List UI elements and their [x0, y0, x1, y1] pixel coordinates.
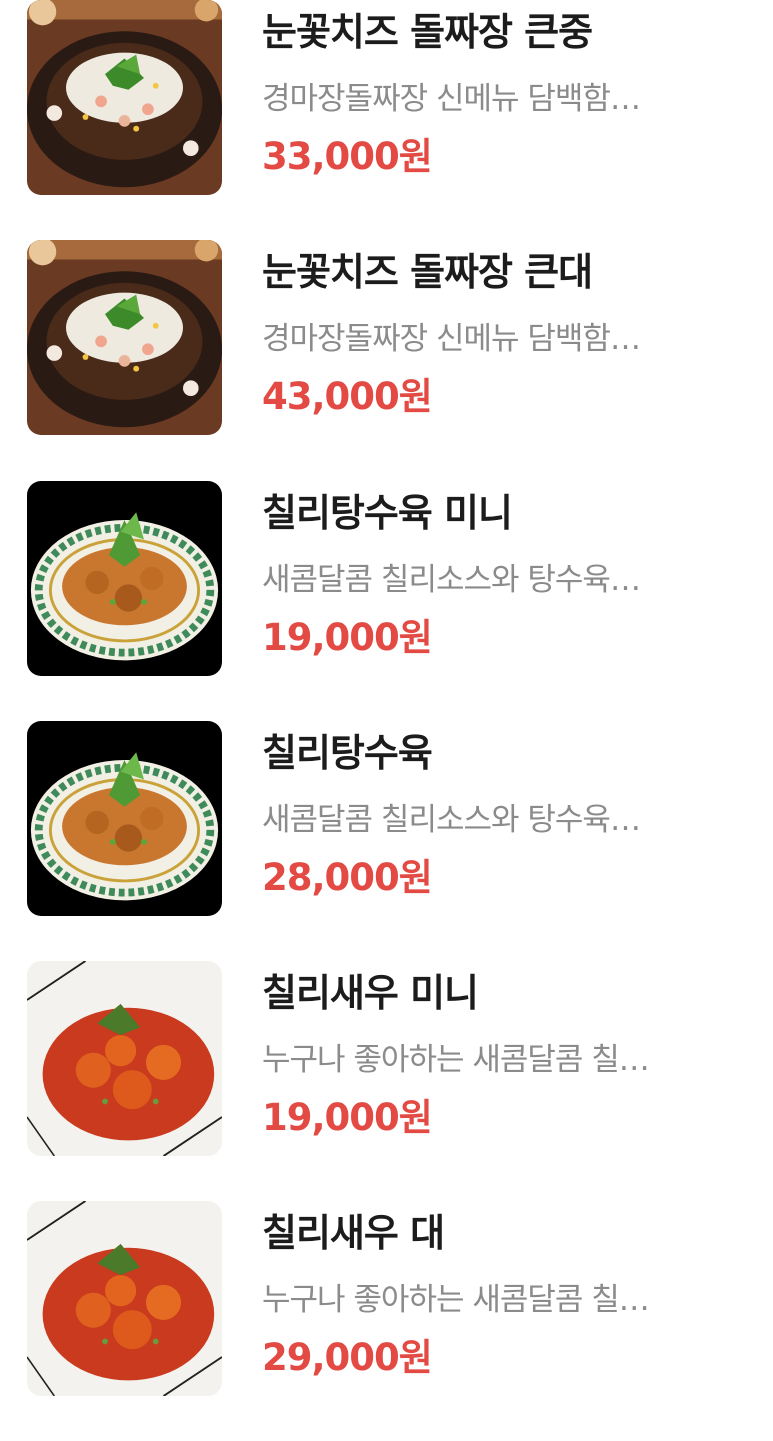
menu-item-price: 33,000원	[262, 135, 433, 178]
menu-item[interactable]: 칠리새우 미니 누구나 좋아하는 새콤달콤 칠… 19,000원	[0, 961, 773, 1201]
menu-item[interactable]: 칠리탕수육 새콤달콤 칠리소스와 탕수육… 28,000원	[0, 721, 773, 961]
chili-tangsuyuk-image	[27, 721, 222, 916]
menu-item-price: 43,000원	[262, 375, 433, 418]
chili-tangsuyuk-image	[27, 481, 222, 676]
menu-item-name: 눈꽃치즈 돌짜장 큰중	[262, 10, 593, 54]
chili-shrimp-image	[27, 961, 222, 1156]
menu-item-price: 19,000원	[262, 1096, 433, 1139]
menu-item-price: 19,000원	[262, 616, 433, 659]
menu-item-description: 경마장돌짜장 신메뉴 담백함…	[262, 81, 641, 117]
menu-list: 눈꽃치즈 돌짜장 큰중 경마장돌짜장 신메뉴 담백함… 33,000원 눈꽃치즈…	[0, 0, 773, 1409]
menu-item-price: 29,000원	[262, 1336, 433, 1379]
menu-item-description: 새콤달콤 칠리소스와 탕수육…	[262, 802, 641, 838]
menu-item-photo[interactable]	[27, 1201, 222, 1396]
menu-item-photo[interactable]	[27, 961, 222, 1156]
chili-shrimp-image	[27, 1201, 222, 1396]
menu-item[interactable]: 눈꽃치즈 돌짜장 큰중 경마장돌짜장 신메뉴 담백함… 33,000원	[0, 0, 773, 240]
menu-item-photo[interactable]	[27, 0, 222, 195]
menu-item[interactable]: 눈꽃치즈 돌짜장 큰대 경마장돌짜장 신메뉴 담백함… 43,000원	[0, 240, 773, 480]
menu-item-description: 새콤달콤 칠리소스와 탕수육…	[262, 562, 641, 598]
jjajang-image	[27, 0, 222, 195]
menu-item[interactable]: 칠리새우 대 누구나 좋아하는 새콤달콤 칠… 29,000원	[0, 1201, 773, 1441]
menu-item-photo[interactable]	[27, 721, 222, 916]
menu-item-description: 누구나 좋아하는 새콤달콤 칠…	[262, 1282, 650, 1318]
menu-item[interactable]: 칠리탕수육 미니 새콤달콤 칠리소스와 탕수육… 19,000원	[0, 481, 773, 721]
menu-item-description: 누구나 좋아하는 새콤달콤 칠…	[262, 1042, 650, 1078]
menu-item-price: 28,000원	[262, 856, 433, 899]
menu-item-description: 경마장돌짜장 신메뉴 담백함…	[262, 321, 641, 357]
jjajang-image	[27, 240, 222, 435]
menu-item-name: 칠리탕수육 미니	[262, 491, 513, 535]
menu-item-photo[interactable]	[27, 481, 222, 676]
menu-item-name: 칠리새우 미니	[262, 971, 479, 1015]
menu-item-name: 칠리새우 대	[262, 1211, 445, 1255]
menu-item-name: 눈꽃치즈 돌짜장 큰대	[262, 250, 593, 294]
menu-item-name: 칠리탕수육	[262, 731, 433, 775]
menu-item-photo[interactable]	[27, 240, 222, 435]
